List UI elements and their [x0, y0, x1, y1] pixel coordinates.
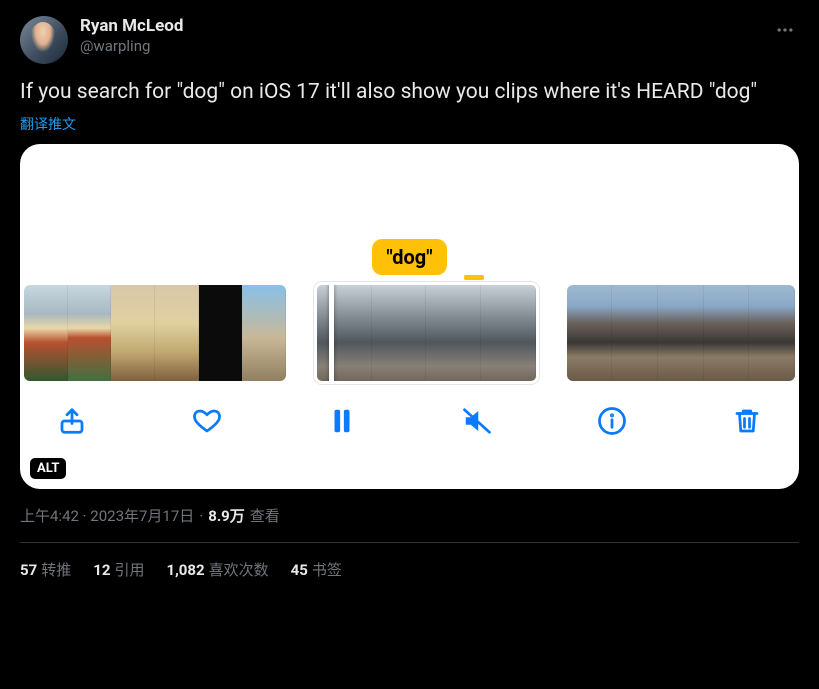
- more-icon: [775, 20, 795, 40]
- thumbnail: [426, 285, 481, 381]
- speaker-muted-icon: [462, 406, 492, 436]
- alt-badge[interactable]: ALT: [30, 458, 66, 479]
- heart-icon: [192, 406, 222, 436]
- share-icon: [57, 406, 87, 436]
- thumbnail: [199, 285, 243, 381]
- timestamp[interactable]: 上午4:42 · 2023年7月17日: [20, 505, 194, 526]
- info-icon: [597, 406, 627, 436]
- stat-bookmarks[interactable]: 45书签: [291, 559, 342, 580]
- tweet-header: Ryan McLeod @warpling: [20, 16, 799, 64]
- filmstrips: [20, 285, 799, 381]
- pause-icon: [327, 406, 357, 436]
- caption-row: "dog": [20, 239, 799, 285]
- playhead[interactable]: [329, 282, 334, 384]
- media-toolbar: [20, 381, 799, 457]
- like-button[interactable]: [191, 405, 223, 437]
- thumbnail: [317, 285, 372, 381]
- thumbnail: [111, 285, 155, 381]
- stat-likes[interactable]: 1,082喜欢次数: [166, 559, 268, 580]
- thumbnail: [24, 285, 68, 381]
- views-count: 8.9万: [208, 505, 245, 526]
- share-button[interactable]: [56, 405, 88, 437]
- thumbnail: [481, 285, 536, 381]
- clip-strip-3[interactable]: [567, 285, 795, 381]
- media-whitespace: [20, 144, 799, 239]
- thumbnail: [567, 285, 613, 381]
- translate-link[interactable]: 翻译推文: [20, 114, 799, 134]
- stat-quotes[interactable]: 12引用: [93, 559, 144, 580]
- trash-icon: [732, 406, 762, 436]
- meta-separator: ·: [199, 507, 203, 525]
- user-handle: @warpling: [80, 37, 183, 56]
- caption-tag: "dog": [372, 239, 446, 275]
- clip-strip-2-active[interactable]: [314, 282, 538, 384]
- mute-button[interactable]: [461, 405, 493, 437]
- avatar[interactable]: [20, 16, 68, 64]
- tweet-stats: 57转推 12引用 1,082喜欢次数 45书签: [20, 543, 799, 580]
- tweet-text: If you search for "dog" on iOS 17 it'll …: [20, 78, 799, 106]
- thumbnail: [658, 285, 704, 381]
- thumbnail: [612, 285, 658, 381]
- thumbnail: [242, 285, 286, 381]
- thumbnail: [372, 285, 427, 381]
- tweet-container: Ryan McLeod @warpling If you search for …: [0, 0, 819, 580]
- thumbnail: [704, 285, 750, 381]
- caption-marker: [464, 275, 484, 280]
- thumbnail: [155, 285, 199, 381]
- views-label: 查看: [250, 505, 280, 526]
- pause-button[interactable]: [326, 405, 358, 437]
- clip-strip-1[interactable]: [24, 285, 286, 381]
- user-names[interactable]: Ryan McLeod @warpling: [80, 16, 183, 56]
- more-button[interactable]: [771, 16, 799, 48]
- tweet-media[interactable]: "dog": [20, 144, 799, 489]
- stat-retweets[interactable]: 57转推: [20, 559, 71, 580]
- thumbnail: [749, 285, 795, 381]
- tweet-meta: 上午4:42 · 2023年7月17日 · 8.9万 查看: [20, 505, 799, 526]
- thumbnail: [68, 285, 112, 381]
- display-name: Ryan McLeod: [80, 16, 183, 37]
- delete-button[interactable]: [731, 405, 763, 437]
- info-button[interactable]: [596, 405, 628, 437]
